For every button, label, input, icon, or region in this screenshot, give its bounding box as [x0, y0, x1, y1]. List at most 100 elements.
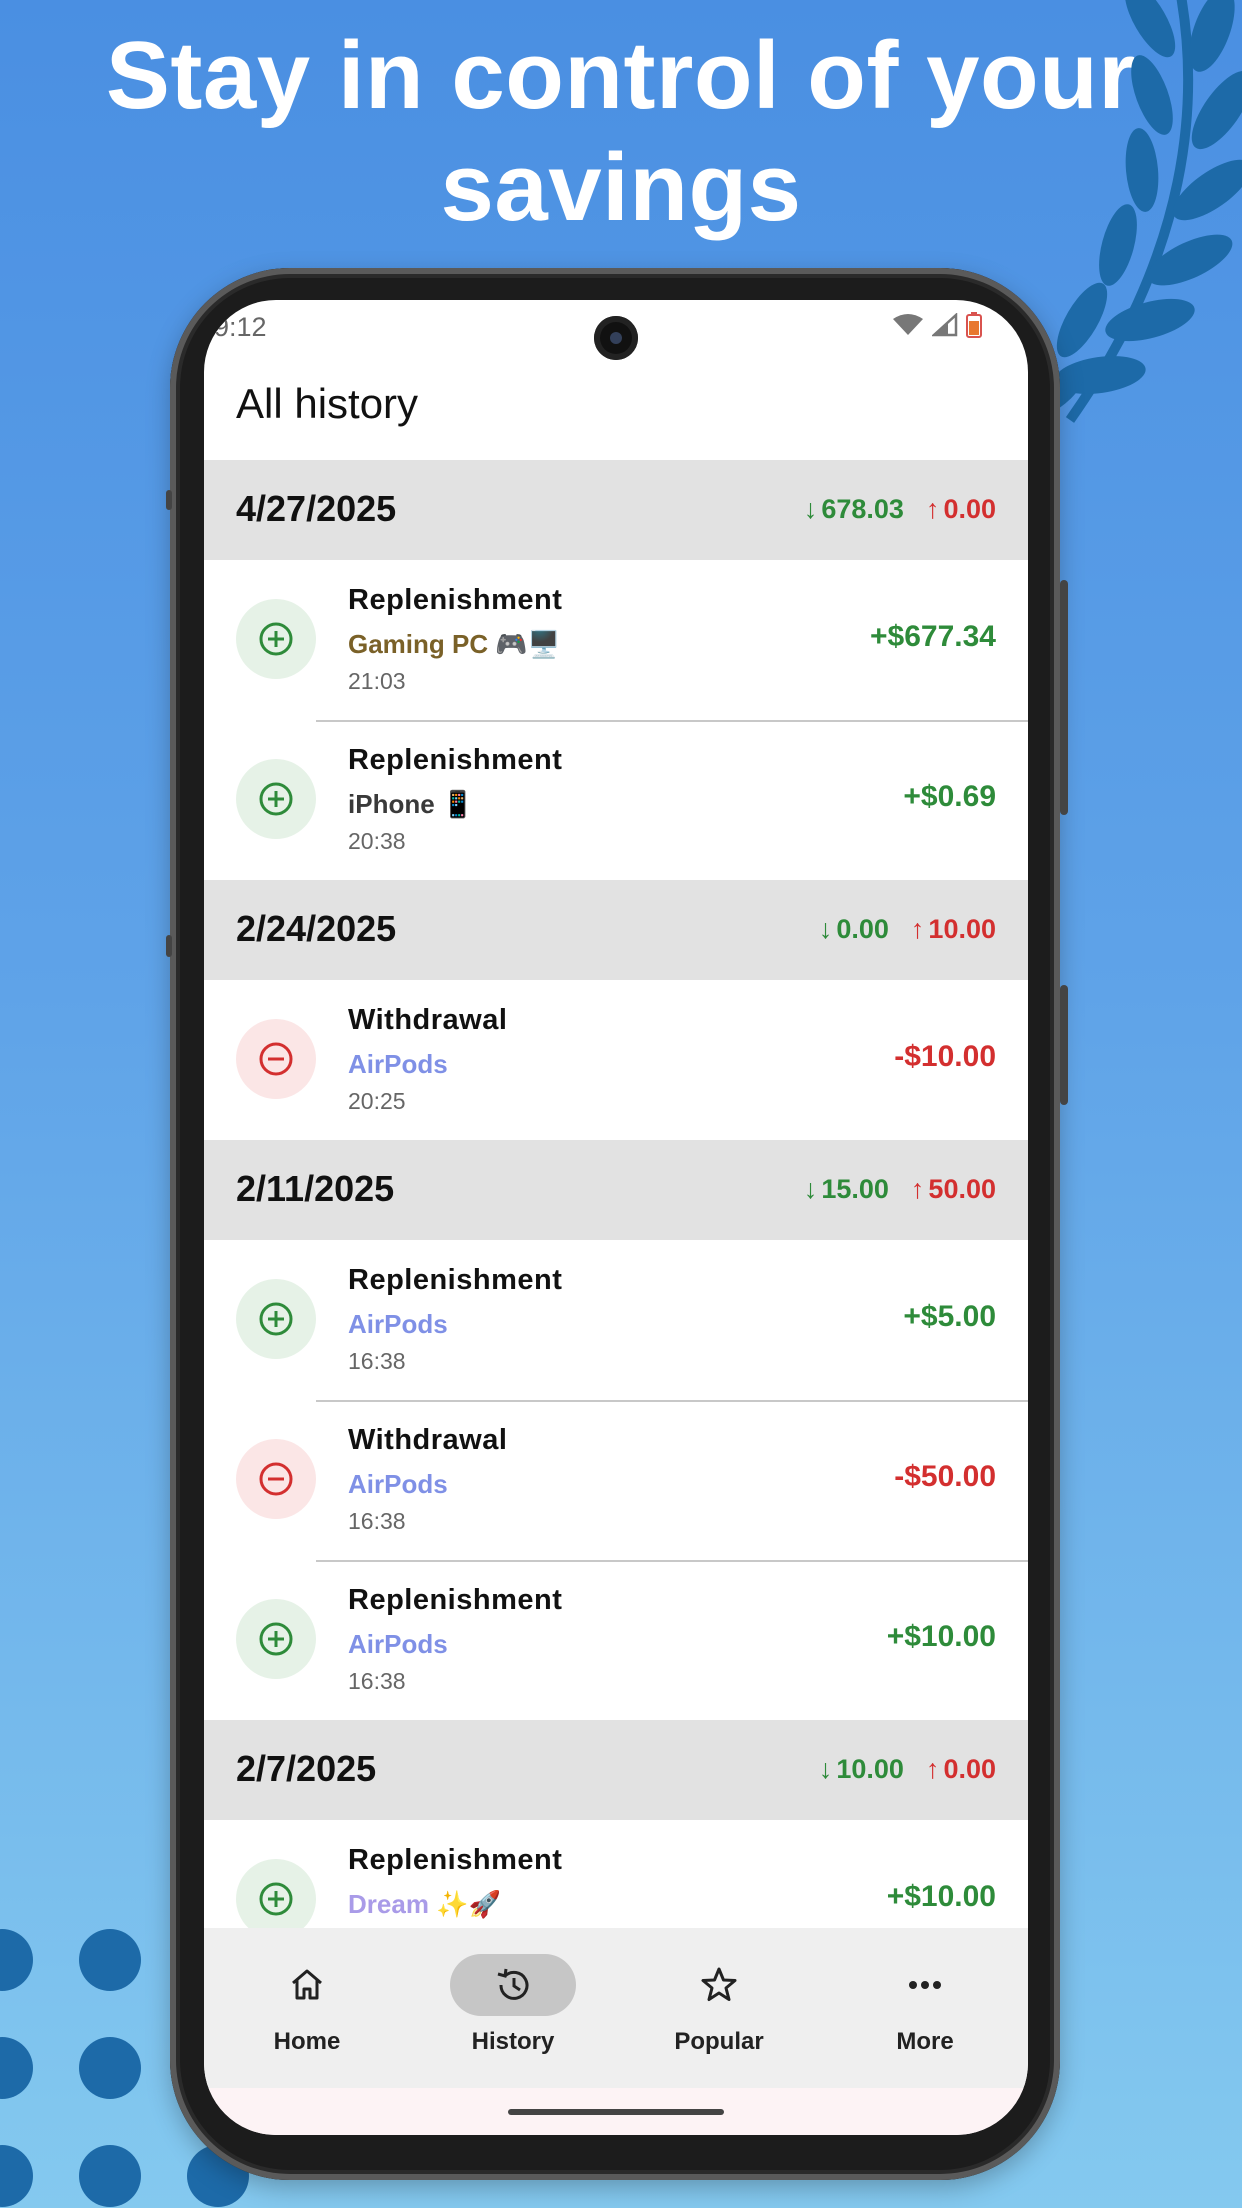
battery-icon	[966, 312, 982, 338]
transaction-goal: AirPods	[348, 1309, 448, 1339]
arrow-up-icon: ↑	[925, 494, 940, 524]
group-date: 4/27/2025	[236, 488, 397, 529]
transaction-amount: -$50.00	[894, 1460, 996, 1493]
transaction-type: Replenishment	[348, 584, 563, 616]
transaction-type: Replenishment	[348, 744, 563, 776]
plus-circle-icon	[236, 1279, 316, 1359]
nav-more[interactable]: More	[822, 1928, 1028, 2088]
transaction-type: Withdrawal	[348, 1424, 508, 1456]
arrow-down-icon: ↓	[803, 1174, 818, 1204]
transaction-goal: AirPods	[348, 1469, 448, 1499]
transaction-row[interactable]: Replenishment Dream ✨🚀 +$10.00	[204, 1820, 1028, 1928]
transaction-time: 16:38	[348, 1668, 406, 1694]
transaction-goal: iPhone 📱	[348, 789, 475, 819]
total-expense: ↑ 10.00	[910, 914, 996, 944]
plus-circle-icon	[236, 1859, 316, 1928]
home-indicator[interactable]	[508, 2109, 724, 2115]
history-list[interactable]: 4/27/2025 ↓ 678.03 ↑ 0.00 Replenishment Ga…	[204, 460, 1028, 1928]
side-notch	[166, 490, 172, 510]
total-expense: ↑ 50.00	[910, 1174, 996, 1204]
nav-label: Popular	[674, 2028, 764, 2055]
power-button	[1060, 985, 1068, 1105]
arrow-up-icon: ↑	[910, 914, 925, 944]
transaction-goal: Gaming PC 🎮🖥️	[348, 629, 561, 659]
side-notch	[166, 935, 172, 957]
transaction-type: Replenishment	[348, 1844, 563, 1876]
plus-circle-icon	[236, 759, 316, 839]
row-divider	[316, 1400, 1028, 1402]
transaction-goal: AirPods	[348, 1629, 448, 1659]
group-totals: ↓ 15.00 ↑ 50.00	[804, 1174, 996, 1205]
transaction-type: Withdrawal	[348, 1004, 508, 1036]
group-totals: ↓ 678.03 ↑ 0.00	[804, 494, 996, 525]
group-date: 2/24/2025	[236, 908, 397, 949]
group-totals: ↓ 0.00 ↑ 10.00	[819, 914, 996, 945]
group-date: 2/11/2025	[236, 1168, 395, 1209]
page-title: All history	[236, 380, 419, 427]
arrow-down-icon: ↓	[803, 494, 818, 524]
nav-label: Home	[273, 2028, 341, 2055]
transaction-time: 21:03	[348, 668, 406, 694]
nav-label: More	[896, 2028, 954, 2055]
bottom-navigation: Home History Popular More	[204, 1928, 1028, 2088]
phone-screen: 9:12 All history 4/27/2025 ↓ 678.03 ↑ 0.00…	[204, 300, 1028, 2135]
transaction-amount: +$0.69	[903, 780, 996, 813]
transaction-goal: Dream ✨🚀	[348, 1889, 501, 1919]
status-bar: 9:12	[204, 300, 1028, 360]
nav-popular[interactable]: Popular	[616, 1928, 822, 2088]
history-icon	[450, 1954, 576, 2016]
gesture-bar	[204, 2088, 1028, 2135]
total-expense: ↑ 0.00	[925, 1754, 996, 1784]
transaction-type: Replenishment	[348, 1584, 563, 1616]
transaction-time: 16:38	[348, 1348, 406, 1374]
volume-button	[1060, 580, 1068, 815]
total-income: ↓ 10.00	[818, 1754, 904, 1784]
transaction-type: Replenishment	[348, 1264, 563, 1296]
date-group-header: 2/24/2025 ↓ 0.00 ↑ 10.00	[204, 880, 1028, 980]
transaction-row[interactable]: Replenishment AirPods 16:38 +$5.00	[204, 1240, 1028, 1400]
plus-circle-icon	[236, 599, 316, 679]
group-date: 2/7/2025	[236, 1748, 377, 1789]
transaction-row[interactable]: Replenishment iPhone 📱 20:38 +$0.69	[204, 720, 1028, 880]
transaction-amount: +$677.34	[870, 620, 996, 653]
transaction-row[interactable]: Replenishment Gaming PC 🎮🖥️ 21:03 +$677.…	[204, 560, 1028, 720]
minus-circle-icon	[236, 1439, 316, 1519]
transaction-amount: -$10.00	[894, 1040, 996, 1073]
transaction-row[interactable]: Withdrawal AirPods 16:38 -$50.00	[204, 1400, 1028, 1560]
nav-label: History	[471, 2028, 555, 2055]
total-expense: ↑ 0.00	[925, 494, 996, 524]
date-group-header: 2/11/2025 ↓ 15.00 ↑ 50.00	[204, 1140, 1028, 1240]
arrow-up-icon: ↑	[910, 1174, 925, 1204]
transaction-time: 16:38	[348, 1508, 406, 1534]
signal-icon	[932, 313, 958, 337]
arrow-down-icon: ↓	[818, 1754, 833, 1784]
laurel-decoration	[1030, 0, 1242, 423]
status-time: 9:12	[214, 312, 267, 342]
more-horizontal-icon	[862, 1954, 988, 2016]
transaction-amount: +$5.00	[903, 1300, 996, 1333]
row-divider	[316, 1560, 1028, 1562]
front-camera	[594, 316, 638, 360]
home-icon	[244, 1954, 370, 2016]
nav-home[interactable]: Home	[204, 1928, 410, 2088]
transaction-amount: +$10.00	[886, 1880, 996, 1913]
wifi-icon	[893, 314, 923, 335]
status-icons	[892, 312, 982, 338]
transaction-row[interactable]: Withdrawal AirPods 20:25 -$10.00	[204, 980, 1028, 1140]
date-group-header: 2/7/2025 ↓ 10.00 ↑ 0.00	[204, 1720, 1028, 1820]
transaction-row[interactable]: Replenishment AirPods 16:38 +$10.00	[204, 1560, 1028, 1720]
transaction-goal: AirPods	[348, 1049, 448, 1079]
total-income: ↓ 678.03	[803, 494, 904, 524]
nav-history[interactable]: History	[410, 1928, 616, 2088]
transaction-amount: +$10.00	[886, 1620, 996, 1653]
date-group-header: 4/27/2025 ↓ 678.03 ↑ 0.00	[204, 460, 1028, 560]
arrow-down-icon: ↓	[818, 914, 833, 944]
arrow-up-icon: ↑	[925, 1754, 940, 1784]
total-income: ↓ 15.00	[803, 1174, 889, 1204]
app-bar: All history	[204, 370, 1028, 460]
transaction-time: 20:25	[348, 1088, 406, 1114]
transaction-time: 20:38	[348, 828, 406, 854]
minus-circle-icon	[236, 1019, 316, 1099]
total-income: ↓ 0.00	[818, 914, 889, 944]
group-totals: ↓ 10.00 ↑ 0.00	[819, 1754, 996, 1785]
